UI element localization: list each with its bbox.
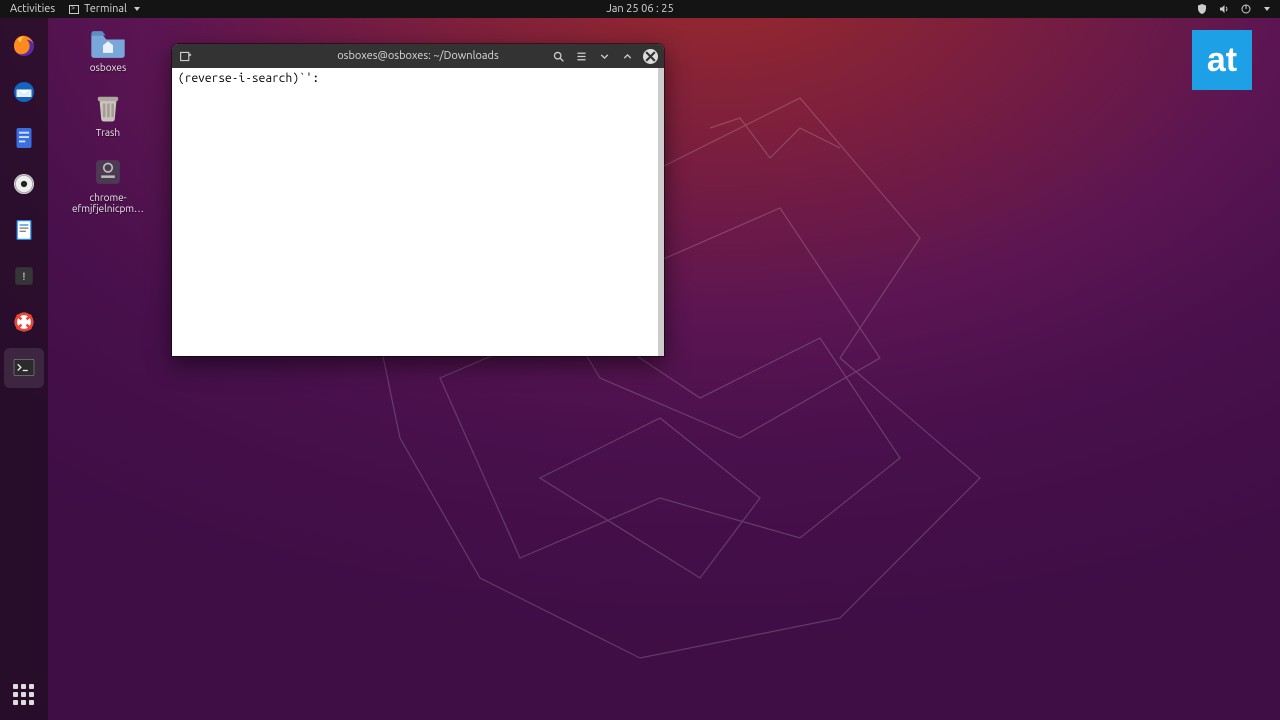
show-applications[interactable]: [13, 684, 35, 706]
desktop-icon-home[interactable]: osboxes: [58, 24, 158, 73]
home-folder-icon: [88, 24, 128, 60]
dock-todo[interactable]: [4, 118, 44, 158]
terminal-titlebar[interactable]: osboxes@osboxes: ~/Downloads: [172, 44, 664, 68]
music-icon: [9, 169, 39, 199]
search-button[interactable]: [551, 49, 565, 63]
maximize-button[interactable]: [620, 49, 634, 63]
terminal-icon: [9, 353, 39, 383]
dock: !: [0, 18, 48, 720]
dock-writer[interactable]: [4, 210, 44, 250]
desktop-icons: osboxes Trash chrome-efmjfjelnicpm…: [58, 24, 158, 214]
todo-icon: [9, 123, 39, 153]
system-tray[interactable]: [1196, 3, 1270, 15]
trash-icon: [88, 89, 128, 125]
new-tab-icon: [179, 50, 192, 63]
hamburger-icon: [575, 50, 588, 63]
chevron-down-icon: [598, 50, 611, 63]
search-icon: [552, 50, 565, 63]
dock-rhythmbox[interactable]: [4, 164, 44, 204]
volume-icon: [1218, 3, 1230, 15]
writer-icon: [9, 215, 39, 245]
desktop: ! osboxes Trash c: [0, 18, 1280, 720]
app-menu[interactable]: Terminal: [69, 3, 140, 15]
close-icon: [644, 50, 657, 63]
activities-button[interactable]: Activities: [10, 3, 55, 15]
dock-terminal[interactable]: [4, 348, 44, 388]
help-icon: [9, 307, 39, 337]
clock[interactable]: Jan 25 06 : 25: [606, 3, 673, 15]
new-tab-button[interactable]: [178, 49, 192, 63]
chevron-down-icon: [134, 7, 140, 11]
desktop-icon-chromeapp[interactable]: chrome-efmjfjelnicpm…: [58, 154, 158, 214]
desktop-icon-label: Trash: [96, 127, 120, 138]
top-bar: Activities Terminal Jan 25 06 : 25: [0, 0, 1280, 18]
desktop-icon-label: chrome-efmjfjelnicpm…: [66, 192, 150, 214]
close-button[interactable]: [643, 49, 658, 64]
terminal-window: osboxes@osboxes: ~/Downloads (re: [172, 44, 664, 356]
dock-thunderbird[interactable]: [4, 72, 44, 112]
chevron-down-icon: [1264, 7, 1270, 11]
watermark-badge: at: [1192, 30, 1252, 90]
desktop-icon-trash[interactable]: Trash: [58, 89, 158, 138]
app-menu-label: Terminal: [84, 3, 127, 15]
dock-updater[interactable]: !: [4, 256, 44, 296]
svg-text:!: !: [22, 271, 25, 283]
power-icon: [1240, 3, 1252, 15]
desktop-icon-label: osboxes: [90, 62, 127, 73]
dock-firefox[interactable]: [4, 26, 44, 66]
terminal-mini-icon: [69, 5, 79, 14]
terminal-body[interactable]: (reverse-i-search)`':: [172, 68, 664, 356]
chevron-up-icon: [621, 50, 634, 63]
menu-button[interactable]: [574, 49, 588, 63]
minimize-button[interactable]: [597, 49, 611, 63]
firefox-icon: [9, 31, 39, 61]
updater-icon: !: [9, 261, 39, 291]
thunderbird-icon: [9, 77, 39, 107]
dock-help[interactable]: [4, 302, 44, 342]
shield-icon: [1196, 3, 1208, 15]
app-placeholder-icon: [88, 154, 128, 190]
